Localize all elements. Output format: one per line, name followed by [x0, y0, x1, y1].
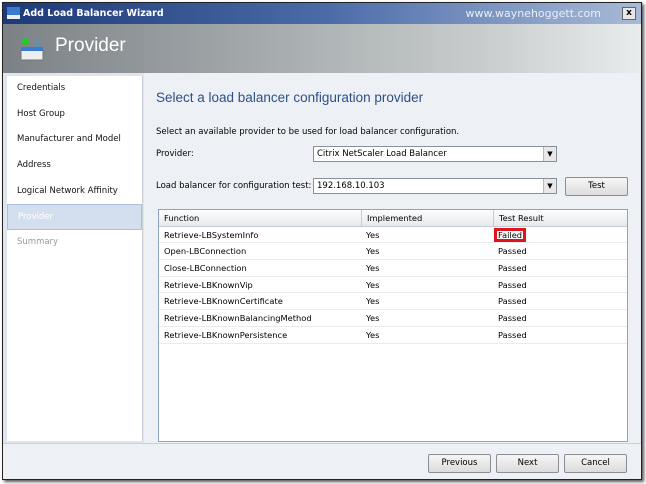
title-bar: Add Load Balancer Wizard www.waynehogget…	[3, 3, 641, 24]
step-host-group[interactable]: Host Group	[7, 102, 142, 128]
implemented-cell: Yes	[361, 293, 493, 309]
implemented-cell-text: Yes	[366, 263, 380, 274]
function-cell-text: Retrieve-LBKnownPersistence	[164, 329, 288, 340]
header-test-result[interactable]: Test Result	[493, 210, 627, 226]
table-row[interactable]: Open-LBConnection Yes Passed	[159, 243, 627, 261]
result-cell: Passed	[493, 293, 627, 309]
result-cell-text: Passed	[498, 263, 527, 274]
previous-button[interactable]: Previous	[428, 454, 491, 473]
table-row[interactable]: Retrieve-LBSystemInfo Yes Failed	[159, 227, 627, 244]
provider-select[interactable]: Citrix NetScaler Load Balancer ▼	[313, 146, 557, 162]
function-cell: Retrieve-LBKnownCertificate	[159, 293, 361, 309]
load-balancer-icon	[20, 38, 44, 61]
lb-value: 192.168.10.103	[317, 181, 385, 191]
step-summary: Summary	[17, 237, 59, 248]
result-cell: Passed	[493, 243, 627, 259]
result-cell: Passed	[493, 260, 627, 276]
implemented-cell-text: Yes	[366, 246, 380, 257]
result-cell: Passed	[493, 327, 627, 343]
result-cell-text: Passed	[498, 296, 527, 307]
step-provider[interactable]: Provider	[7, 204, 142, 231]
wizard-window: Add Load Balancer Wizard www.waynehogget…	[2, 2, 642, 480]
step-manufacturer-model[interactable]: Manufacturer and Model	[7, 127, 142, 153]
step-logical-network-affinity[interactable]: Logical Network Affinity	[7, 179, 142, 205]
function-cell: Close-LBConnection	[159, 260, 361, 276]
table-row[interactable]: Retrieve-LBKnownVip Yes Passed	[159, 277, 627, 294]
implemented-cell: Yes	[361, 310, 493, 326]
chevron-down-icon: ▼	[543, 179, 556, 193]
section-title: Select a load balancer configuration pro…	[156, 90, 424, 105]
header-implemented[interactable]: Implemented	[361, 210, 493, 226]
result-cell-text: Failed	[493, 227, 527, 242]
wizard-header: Provider	[3, 24, 641, 73]
function-cell: Retrieve-LBKnownVip	[159, 277, 361, 293]
result-cell: Failed	[493, 227, 627, 243]
result-cell: Passed	[493, 310, 627, 326]
description: Select an available provider to be used …	[156, 127, 460, 137]
function-cell: Retrieve-LBKnownBalancingMethod	[159, 310, 361, 326]
implemented-cell-text: Yes	[366, 329, 380, 340]
chevron-down-icon: ▼	[543, 147, 556, 161]
implemented-cell-text: Yes	[366, 229, 380, 240]
step-address[interactable]: Address	[7, 153, 142, 179]
implemented-cell: Yes	[361, 243, 493, 259]
result-cell: Passed	[493, 277, 627, 293]
function-cell-text: Retrieve-LBSystemInfo	[164, 229, 259, 240]
implemented-cell-text: Yes	[366, 313, 380, 324]
function-cell-text: Close-LBConnection	[164, 263, 247, 274]
provider-value: Citrix NetScaler Load Balancer	[317, 149, 447, 159]
window-title: Add Load Balancer Wizard	[23, 8, 164, 19]
function-cell-text: Retrieve-LBKnownBalancingMethod	[164, 313, 312, 324]
function-cell-text: Retrieve-LBKnownCertificate	[164, 296, 283, 307]
result-cell-text: Passed	[498, 279, 527, 290]
implemented-cell-text: Yes	[366, 296, 380, 307]
header-function[interactable]: Function	[159, 210, 361, 226]
results-table: Function Implemented Test Result Retriev…	[158, 209, 628, 442]
wizard-steps: Credentials Host Group Manufacturer and …	[7, 76, 143, 441]
cancel-button[interactable]: Cancel	[564, 454, 627, 473]
main-panel: Select a load balancer configuration pro…	[144, 73, 640, 443]
function-cell-text: Retrieve-LBKnownVip	[164, 279, 253, 290]
result-cell-text: Passed	[498, 246, 527, 257]
table-row[interactable]: Close-LBConnection Yes Passed	[159, 260, 627, 277]
implemented-cell: Yes	[361, 277, 493, 293]
provider-label: Provider:	[156, 149, 194, 159]
function-cell-text: Open-LBConnection	[164, 246, 247, 257]
implemented-cell-text: Yes	[366, 279, 380, 290]
next-button[interactable]: Next	[496, 454, 559, 473]
implemented-cell: Yes	[361, 327, 493, 343]
table-header: Function Implemented Test Result	[159, 210, 627, 227]
table-row[interactable]: Retrieve-LBKnownCertificate Yes Passed	[159, 293, 627, 311]
implemented-cell: Yes	[361, 227, 493, 243]
lb-label: Load balancer for configuration test:	[156, 181, 312, 191]
watermark: www.waynehoggett.com	[465, 7, 601, 20]
result-cell-text: Passed	[498, 329, 527, 340]
page-title: Provider	[55, 35, 126, 56]
function-cell: Open-LBConnection	[159, 243, 361, 259]
function-cell: Retrieve-LBKnownPersistence	[159, 327, 361, 343]
implemented-cell: Yes	[361, 260, 493, 276]
close-button[interactable]: x	[622, 7, 636, 20]
table-row[interactable]: Retrieve-LBKnownBalancingMethod Yes Passed	[159, 310, 627, 327]
table-row[interactable]: Retrieve-LBKnownPersistence Yes Passed	[159, 327, 627, 344]
function-cell: Retrieve-LBSystemInfo	[159, 227, 361, 243]
step-credentials[interactable]: Credentials	[7, 76, 142, 102]
wizard-footer: Previous Next Cancel	[3, 443, 641, 479]
app-icon	[7, 7, 20, 19]
test-button[interactable]: Test	[565, 177, 628, 196]
result-cell-text: Passed	[498, 313, 527, 324]
lb-select[interactable]: 192.168.10.103 ▼	[313, 178, 557, 194]
